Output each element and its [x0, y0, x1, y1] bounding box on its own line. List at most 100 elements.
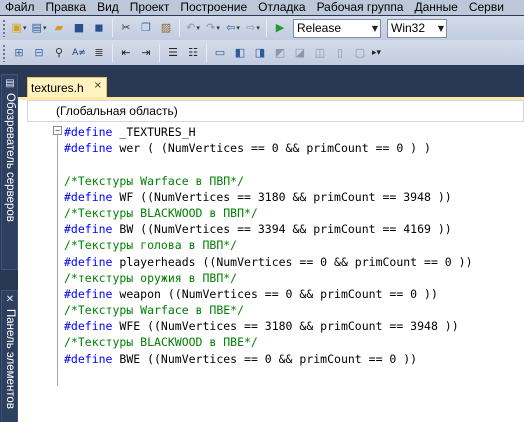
save-all-icon[interactable]: ◼ [91, 20, 107, 36]
toolbox-icon: ✕ [5, 294, 15, 305]
code-text: weapon ((NumVertices == 0 && primCount =… [112, 286, 438, 301]
code-line: #define WFE ((NumVertices == 3180 && pri… [64, 318, 524, 334]
toolbox-label: Панель элементов [4, 309, 16, 409]
menu-item[interactable]: Рабочая группа [312, 0, 410, 15]
undo-icon[interactable]: ↶ [185, 20, 201, 36]
scope-value: (Глобальная область) [56, 104, 178, 118]
indicator-margin [27, 122, 43, 422]
paste-icon[interactable]: ▨ [158, 20, 174, 36]
code-line: /*Текстуры голова в ПВП*/ [64, 237, 524, 253]
toolbar-separator [206, 43, 207, 62]
configuration-select[interactable]: Release ▼ [293, 18, 381, 38]
tab-title: textures.h [31, 81, 84, 95]
preprocessor-keyword: #define [64, 189, 113, 204]
add-item-icon[interactable]: ▤ [31, 20, 47, 36]
menu-item[interactable]: Серви [464, 0, 510, 15]
tab-textures-h[interactable]: textures.h × [27, 77, 107, 98]
navigate-icon[interactable]: ⇦ [225, 20, 241, 36]
menu-item[interactable]: Файл [0, 0, 41, 15]
collapse-icon[interactable]: − [53, 126, 62, 135]
code-comment: /*текстуры оружия в ПВП*/ [64, 270, 238, 285]
code-line: /*Текстуры Warface в ПВП*/ [64, 173, 524, 189]
display-word-icon[interactable]: ≣ [91, 45, 107, 61]
code-line: #define weapon ((NumVertices == 0 && pri… [64, 286, 524, 302]
preprocessor-keyword: #define [64, 351, 113, 366]
scope-dropdown[interactable]: (Глобальная область) [27, 100, 524, 122]
code-line: #define BWE ((NumVertices == 0 && primCo… [64, 351, 524, 367]
chevron-down-icon: ▼ [437, 23, 444, 33]
code-text: WFE ((NumVertices == 3180 && primCount =… [112, 319, 459, 334]
previous-bookmark-icon[interactable]: ◧ [232, 45, 248, 61]
text-editor-toolbar: ⊞ ⊟ ⚲ A≠ ≣ ⇤ ⇥ ☰ ☷ ▭ ◧ ◨ ◩ ◪ ◫ ▯ ▢ ▸▾ [0, 40, 524, 65]
toolbox-tab[interactable]: ✕ Панель элементов [1, 290, 18, 422]
preprocessor-keyword: #define [64, 286, 113, 301]
previous-bookmark-folder-icon[interactable]: ◩ [272, 45, 288, 61]
new-project-icon[interactable]: ▣ [11, 20, 27, 36]
standard-toolbar: ▣ ▤ ▰ ■ ◼ ✂ ❐ ▨ ↶ ↷ ⇦ ⇨ ▶ Release ▼ Win3… [0, 16, 524, 40]
menu-item[interactable]: Проект [125, 0, 176, 15]
comment-out-icon[interactable]: ☰ [165, 45, 181, 61]
object-members-icon[interactable]: ⊞ [11, 45, 27, 61]
preprocessor-keyword: #define [64, 222, 113, 237]
menu-item[interactable]: Правка [41, 0, 93, 15]
parameter-info-icon[interactable]: ⊟ [31, 45, 47, 61]
menu-item[interactable]: Данные [409, 0, 463, 15]
menu-bar: Файл Правка Вид Проект Построение Отладка Рабо… [0, 0, 524, 15]
quick-info-icon[interactable]: ⚲ [51, 45, 67, 61]
code-line: /*Текстуры Warface в ПВЕ*/ [64, 302, 524, 318]
toolbar-overflow-icon[interactable]: ▸▾ [372, 48, 381, 58]
toolbar-separator [266, 19, 267, 37]
code-line: #define wer ( (NumVertices == 0 && primC… [64, 140, 524, 156]
toolbar-separator [159, 43, 160, 62]
code-text: BWE ((NumVertices == 0 && primCount == 0… [112, 351, 418, 366]
code-line: #define BW ((NumVertices == 3394 && prim… [64, 221, 524, 237]
outlining-line [57, 133, 58, 386]
next-bookmark-document-icon[interactable]: ▯ [332, 45, 348, 61]
complete-word-icon[interactable]: A≠ [71, 45, 87, 61]
code-text: WF ((NumVertices == 3180 && primCount ==… [112, 189, 452, 204]
save-icon[interactable]: ■ [71, 20, 87, 36]
server-explorer-label: Обозреватель серверов [4, 93, 16, 222]
start-debugging-icon[interactable]: ▶ [272, 20, 288, 36]
clear-bookmarks-icon[interactable]: ▢ [352, 45, 368, 61]
copy-icon[interactable]: ❐ [138, 20, 154, 36]
redo-icon[interactable]: ↷ [205, 20, 221, 36]
code-text: _TEXTURES_H [112, 125, 196, 139]
code-line: #define playerheads ((NumVertices == 0 &… [64, 254, 524, 270]
toolbar-separator [112, 19, 113, 37]
code-editor[interactable]: (Глобальная область) − #define _TEXTURES… [18, 97, 524, 422]
cut-icon[interactable]: ✂ [118, 20, 134, 36]
previous-bookmark-document-icon[interactable]: ◫ [312, 45, 328, 61]
code-text: wer ( (NumVertices == 0 && primCount == … [112, 141, 431, 156]
platform-select[interactable]: Win32 ▼ [387, 18, 447, 38]
code-comment: /*Текстуры BLACKWOOD в ПВП*/ [64, 205, 258, 220]
decrease-indent-icon[interactable]: ⇤ [118, 45, 134, 61]
navigate-forward-icon[interactable]: ⇨ [245, 20, 261, 36]
uncomment-icon[interactable]: ☷ [185, 45, 201, 61]
code-text: BW ((NumVertices == 3394 && primCount ==… [112, 222, 452, 237]
code-comment: /*Текстуры голова в ПВП*/ [64, 238, 238, 253]
document-tab-strip: textures.h × [18, 66, 524, 98]
preprocessor-keyword: #define [64, 254, 113, 269]
next-bookmark-icon[interactable]: ◨ [252, 45, 268, 61]
code-area[interactable]: #define _TEXTURES_H #define wer ( (NumVer… [64, 124, 524, 367]
toolbar-separator [112, 43, 113, 62]
toolbar-grip[interactable] [2, 19, 6, 37]
toggle-bookmark-icon[interactable]: ▭ [212, 45, 228, 61]
toolbar-grip[interactable] [2, 43, 6, 62]
code-text: playerheads ((NumVertices == 0 && primCo… [112, 254, 473, 269]
open-file-icon[interactable]: ▰ [51, 20, 67, 36]
code-line: /*Текстуры BLACKWOOD в ПВП*/ [64, 205, 524, 221]
server-explorer-tab[interactable]: ▤ Обозреватель серверов [1, 74, 18, 270]
menu-item[interactable]: Построение [175, 0, 253, 15]
close-icon[interactable]: × [94, 80, 102, 91]
platform-value: Win32 [391, 21, 426, 35]
code-comment: /*Текстуры Warface в ПВЕ*/ [64, 303, 245, 318]
chevron-down-icon: ▼ [371, 23, 378, 33]
menu-item[interactable]: Вид [92, 0, 125, 15]
preprocessor-keyword: #define [64, 125, 113, 139]
next-bookmark-folder-icon[interactable]: ◪ [292, 45, 308, 61]
menu-item[interactable]: Отладка [253, 0, 311, 15]
increase-indent-icon[interactable]: ⇥ [138, 45, 154, 61]
